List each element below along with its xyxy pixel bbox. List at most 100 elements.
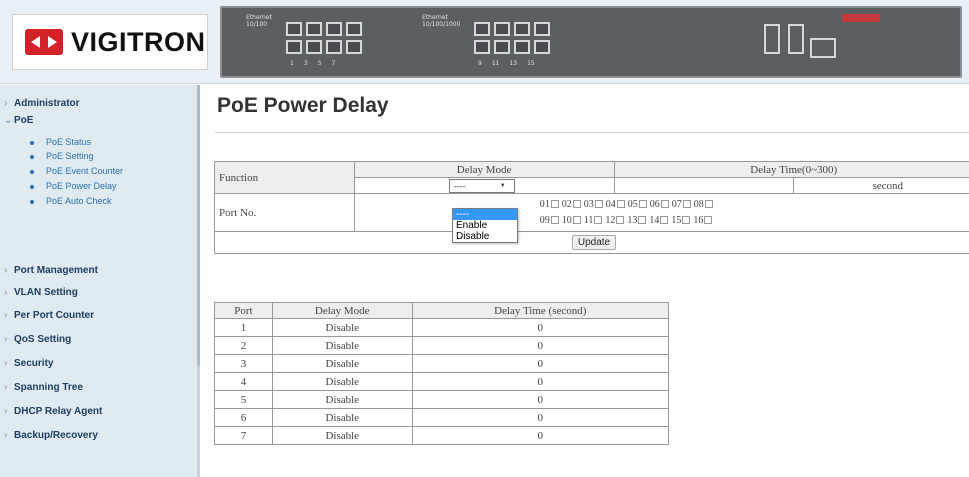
sidebar-subitem-poe-auto-check[interactable]: PoE Auto Check [30,196,112,206]
sidebar-scrollbar[interactable] [197,85,200,365]
port-12[interactable] [494,40,510,54]
port-8[interactable] [346,40,362,54]
sidebar-item-qos-setting[interactable]: › QoS Setting [4,334,71,345]
table-row: 1 Disable 0 [214,318,670,337]
cell-delay-mode: Disable [271,390,413,409]
port-10[interactable] [474,40,490,54]
port-checkbox-label: 01 [539,198,550,210]
port-checkbox[interactable] [594,216,603,225]
sidebar-item-port-management[interactable]: › Port Management [4,265,98,276]
port-13[interactable] [514,22,530,36]
sidebar-item-label: Spanning Tree [14,382,83,393]
dropdown-option-disable[interactable]: Disable [453,231,517,242]
sidebar-subitem-poe-setting[interactable]: PoE Setting [30,151,94,161]
function-label: Function [214,161,355,194]
cell-port: 4 [214,372,273,391]
port-number: 3 [303,60,308,67]
port-1[interactable] [286,22,302,36]
port-checkbox[interactable] [616,200,625,209]
table-row: 6 Disable 0 [214,408,670,427]
expand-arrow-icon: › [4,265,8,276]
port-checkbox[interactable] [660,200,669,209]
panel-label-left: Ethernet 10/100 [246,14,272,28]
port-checkbox[interactable] [638,200,647,209]
cell-delay-mode: Disable [271,408,413,427]
cell-port: 6 [214,408,273,427]
sfp-port-2[interactable] [788,24,804,54]
port-checkbox-label: 10 [561,214,572,226]
port-5[interactable] [326,22,342,36]
sidebar-subitem-label: PoE Auto Check [46,196,112,206]
sidebar-item-label: Port Management [14,265,98,276]
port-4[interactable] [306,40,322,54]
port-7[interactable] [346,22,362,36]
header-banner: VIGITRON Ethernet 10/100 1 3 5 7 Etherne… [0,0,969,84]
port-number: 11 [491,60,500,67]
expand-arrow-icon: ⌄ [4,115,13,126]
sidebar-item-per-port-counter[interactable]: › Per Port Counter [4,310,94,321]
port-checkbox[interactable] [704,200,713,209]
port-checkbox[interactable] [616,216,625,225]
port-15[interactable] [534,22,550,36]
port-checkbox[interactable] [572,200,581,209]
sidebar-item-vlan-setting[interactable]: › VLAN Setting [4,287,78,298]
port-checkbox[interactable] [550,200,559,209]
port-checkbox-row-1: 01 02 03 04 05 06 07 08 [540,197,969,213]
port-numbers-right: 9 11 13 15 [478,60,535,67]
sidebar-subitem-poe-event-counter[interactable]: PoE Event Counter [30,166,123,176]
delay-config-table: Function Delay Mode Delay Time(0~300) --… [214,161,969,254]
port-checkbox[interactable] [682,200,691,209]
port-checkbox[interactable] [594,200,603,209]
sidebar-item-security[interactable]: › Security [4,358,53,369]
delay-mode-dropdown[interactable]: ---- Enable Disable [452,208,518,243]
dropdown-option-blank[interactable]: ---- [453,209,517,220]
table-row: 7 Disable 0 [214,426,670,445]
port-checkbox[interactable] [704,216,713,225]
port-3[interactable] [306,22,322,36]
port-checkbox-label: 11 [583,214,594,226]
port-2[interactable] [286,40,302,54]
port-11[interactable] [494,22,510,36]
cell-delay-mode: Disable [271,372,413,391]
port-9[interactable] [474,22,490,36]
port-checkbox[interactable] [638,216,647,225]
cell-port: 3 [214,354,273,373]
port-group-right-bottom [474,40,550,54]
delay-mode-header: Delay Mode [353,161,615,178]
port-14[interactable] [514,40,530,54]
port-checkbox[interactable] [682,216,691,225]
port-checkbox-label: 05 [627,198,638,210]
dropdown-option-enable[interactable]: Enable [453,220,517,231]
sfp-port-1[interactable] [764,24,780,54]
port-16[interactable] [534,40,550,54]
port-6[interactable] [326,40,342,54]
sidebar-item-poe[interactable]: ⌄ PoE [4,115,33,126]
sidebar-item-spanning-tree[interactable]: › Spanning Tree [4,382,83,393]
table-row: 3 Disable 0 [214,354,670,373]
port-checkbox-label: 08 [693,198,704,210]
sidebar-subitem-label: PoE Setting [46,151,94,161]
port-checkbox[interactable] [572,216,581,225]
expand-arrow-icon: › [4,430,8,441]
console-port[interactable] [810,38,836,58]
delay-mode-cell: ---- [353,177,615,194]
port-numbers-left: 1 3 5 7 [290,60,335,67]
delay-time-input-cell[interactable] [613,177,795,194]
port-checkbox-cell: 01 02 03 04 05 06 07 08 09 10 11 12 13 14 15 16 [353,193,969,232]
sidebar-subitem-poe-status[interactable]: PoE Status [30,137,91,147]
sidebar-item-dhcp-relay-agent[interactable]: › DHCP Relay Agent [4,406,102,417]
port-checkbox[interactable] [550,216,559,225]
sidebar-item-administrator[interactable]: › Administrator [4,98,80,109]
delay-time-header: Delay Time(0~300) [613,161,969,178]
port-number: 13 [509,60,518,67]
cell-delay-mode: Disable [271,336,413,355]
delay-mode-select[interactable]: ---- [448,178,515,193]
port-checkbox[interactable] [660,216,669,225]
update-button[interactable]: Update [571,235,617,250]
sidebar-item-backup-recovery[interactable]: › Backup/Recovery [4,430,98,441]
cell-port: 2 [214,336,273,355]
port-checkbox-label: 02 [561,198,572,210]
cell-port: 1 [214,318,273,337]
sidebar-item-label: PoE [14,115,34,126]
sidebar-subitem-poe-power-delay[interactable]: PoE Power Delay [30,181,117,191]
